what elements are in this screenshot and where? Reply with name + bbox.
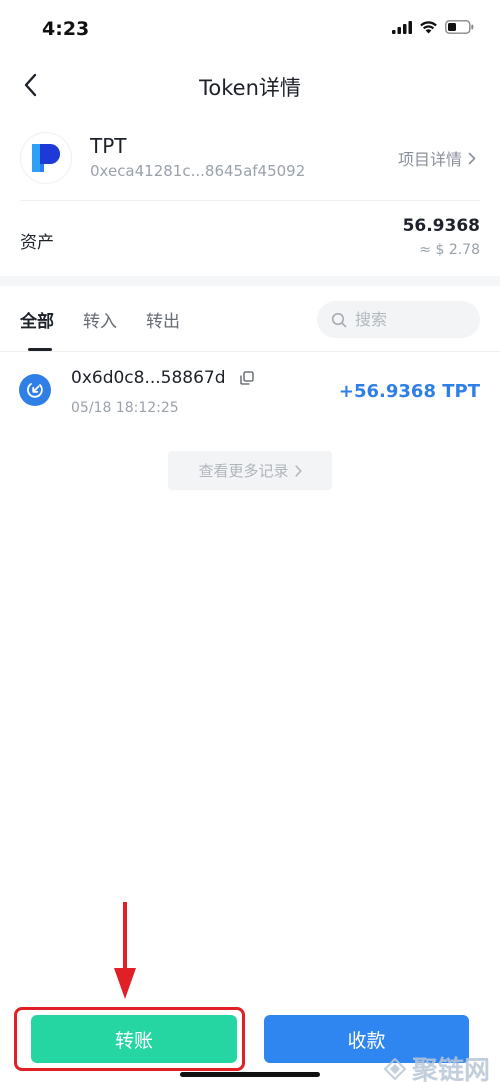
search-box[interactable] [317, 301, 480, 338]
view-more-records-button[interactable]: 查看更多记录 [168, 451, 332, 490]
search-icon [331, 312, 347, 327]
battery-icon [445, 20, 474, 34]
transaction-time: 05/18 18:12:25 [71, 400, 179, 416]
token-address: 0xeca41281c...8645af45092 [90, 162, 306, 180]
transaction-address: 0x6d0c8...58867d [71, 368, 254, 388]
status-icons [392, 20, 474, 34]
project-details-label: 项目详情 [397, 150, 462, 169]
token-header: TPT 0xeca41281c...8645af45092 项目详情 [0, 120, 500, 200]
transaction-row[interactable]: 0x6d0c8...58867d 05/18 18:12:25 +56.9368… [0, 352, 500, 430]
status-time: 4:23 [42, 18, 90, 40]
watermark-logo-icon [383, 1057, 406, 1080]
watermark-text: 聚链网 [411, 1056, 490, 1082]
transaction-address-text: 0x6d0c8...58867d [71, 368, 226, 388]
asset-amount: 56.9368 [402, 216, 480, 236]
asset-label: 资产 [20, 233, 54, 253]
view-more-records-label: 查看更多记录 [198, 462, 289, 480]
token-name: TPT [90, 134, 127, 158]
chevron-right-icon [468, 152, 476, 164]
home-indicator[interactable] [180, 1072, 320, 1077]
tab-incoming[interactable]: 转入 [83, 307, 117, 332]
tpt-logo [20, 132, 72, 184]
receive-arrow-icon [19, 374, 51, 406]
nav-bar: Token详情 [0, 60, 500, 110]
copy-icon[interactable] [239, 371, 254, 385]
page-title: Token详情 [199, 76, 301, 100]
active-tab-indicator [28, 348, 52, 351]
transfer-button[interactable]: 转账 [31, 1015, 237, 1063]
chevron-right-icon [294, 464, 302, 477]
wifi-icon [420, 21, 437, 34]
project-details-link[interactable]: 项目详情 [398, 146, 476, 170]
search-input[interactable] [355, 310, 465, 329]
transaction-amount: +56.9368 TPT [338, 381, 480, 402]
asset-row: 资产 56.9368 ≈ $ 2.78 [0, 200, 500, 276]
section-divider [0, 276, 500, 286]
asset-usd-value: ≈ $ 2.78 [419, 242, 480, 258]
tab-all[interactable]: 全部 [20, 307, 54, 332]
status-bar: 4:23 [0, 0, 500, 60]
filter-tabs: 全部 转入 转出 [0, 290, 500, 352]
signal-icon [392, 20, 412, 34]
tab-outgoing[interactable]: 转出 [146, 307, 180, 332]
watermark: 聚链网 [383, 1050, 490, 1082]
annotation-arrow-icon [114, 902, 136, 999]
